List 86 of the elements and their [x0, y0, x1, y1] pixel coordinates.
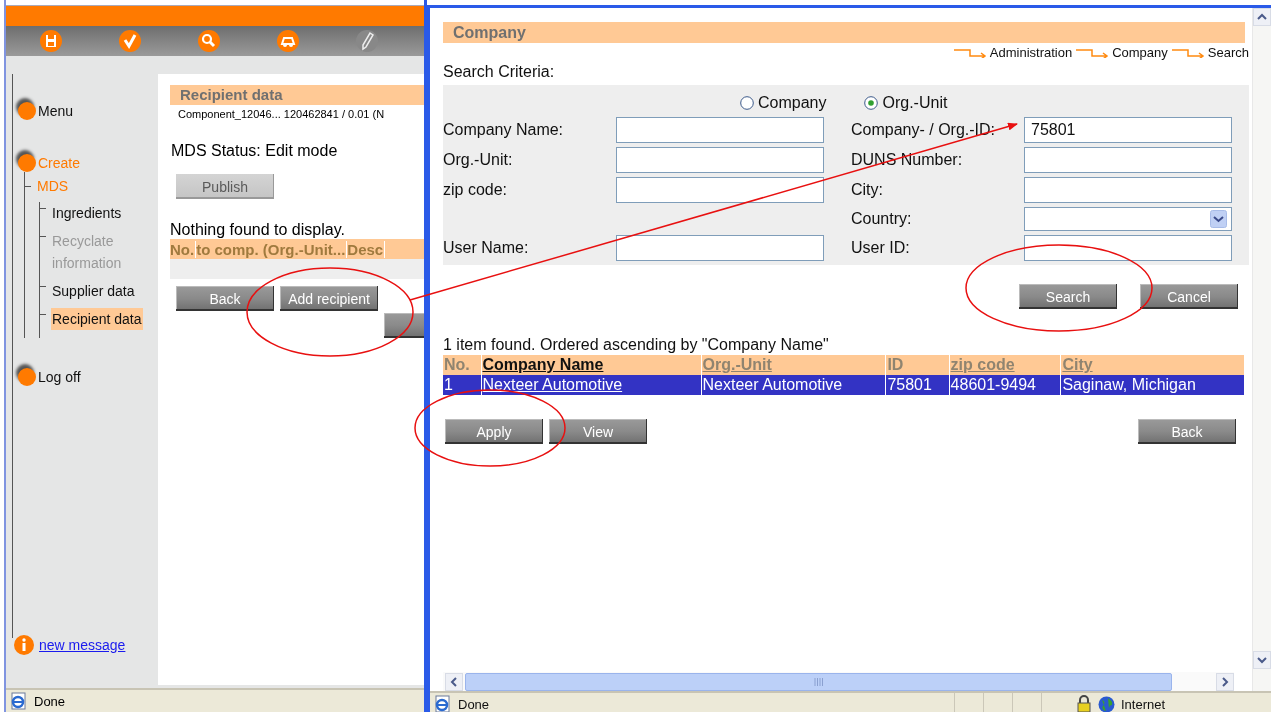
action-button[interactable]: Back [176, 286, 274, 311]
action-button[interactable]: Apply [445, 419, 543, 444]
action-button[interactable]: View [549, 419, 647, 444]
node-dot [18, 368, 36, 386]
message-link[interactable]: new message [39, 637, 126, 653]
nav-item[interactable]: Recipient data [51, 308, 143, 330]
column-header: to comp. (Org.-Unit... [196, 240, 348, 258]
column-header: No. [443, 355, 481, 375]
radio-button[interactable] [864, 96, 879, 110]
node-dot [18, 154, 36, 172]
input-field[interactable] [616, 117, 824, 143]
empty-message: Nothing found to display. [170, 221, 346, 239]
check-icon[interactable] [118, 29, 142, 53]
scroll-up-icon[interactable] [1257, 12, 1267, 22]
field-label: Company- / Org.-ID: [851, 121, 997, 139]
scroll-down-icon[interactable] [1257, 655, 1267, 665]
node-dot [18, 102, 36, 120]
status-text: Done [458, 696, 490, 712]
action-button[interactable]: Add recipient [280, 286, 378, 311]
field-label: City: [851, 181, 884, 199]
table-cell: Nexteer Automotive [701, 375, 886, 395]
input-field[interactable] [616, 235, 824, 261]
result-summary: 1 item found. Ordered ascending by "Company Name" [443, 336, 830, 354]
column-header[interactable]: zip code [949, 355, 1061, 375]
status-text: MDS Status: Edit mode [171, 142, 339, 160]
scrollbar-thumb[interactable] [465, 672, 1172, 691]
radio-label: Company [758, 94, 827, 112]
nav-item[interactable]: Supplier data [51, 280, 136, 302]
panel-title: Recipient data [170, 85, 424, 105]
input-field[interactable]: 75801 [1024, 117, 1232, 143]
field-label: DUNS Number: [851, 151, 964, 169]
search-icon[interactable] [197, 29, 221, 53]
field-label: User Name: [443, 239, 530, 257]
field-label: zip code: [443, 181, 509, 199]
scroll-right-icon[interactable] [1220, 676, 1230, 687]
field-label: Company Name: [443, 121, 565, 139]
globe-icon [1098, 695, 1115, 712]
breadcrumb-arrow-icon [953, 47, 988, 58]
breadcrumb-link[interactable]: Company [1112, 45, 1168, 60]
info-icon [14, 635, 34, 655]
input-field[interactable] [616, 177, 824, 203]
security-zone-text: Internet [1121, 696, 1167, 712]
column-header[interactable]: City [1060, 355, 1245, 375]
table-cell: 48601-9494 [949, 375, 1061, 395]
radio-button[interactable] [740, 96, 754, 110]
column-header[interactable]: Company Name [481, 355, 702, 375]
table-cell: 1 [443, 375, 481, 395]
country-dropdown[interactable] [1024, 207, 1232, 231]
nav-item[interactable]: Log off [38, 369, 81, 385]
breadcrumb-arrow-icon [1171, 47, 1206, 58]
back-button[interactable]: Back [1138, 419, 1236, 444]
input-field[interactable] [1024, 177, 1232, 203]
component-name: Component_12046... 120462841 / 0.01 (N [178, 108, 386, 120]
breadcrumb-arrow-icon [1076, 47, 1111, 58]
action-button[interactable]: Cancel [1140, 284, 1238, 309]
field-label: Org.-Unit: [443, 151, 514, 169]
input-field[interactable] [616, 147, 824, 173]
grip-icon [813, 677, 824, 686]
page-icon [10, 692, 28, 710]
table-row[interactable]: 1 Nexteer Automotive Nexteer Automotive 75801 48601-9494 Saginaw, Michigan [443, 375, 1245, 395]
company-name-link[interactable]: Nexteer Automotive [481, 375, 702, 395]
action-button[interactable]: Search [1019, 284, 1117, 309]
column-header[interactable]: Org.-Unit [701, 355, 886, 375]
table-cell: Saginaw, Michigan [1060, 375, 1245, 395]
input-field[interactable] [1024, 235, 1232, 261]
radio-label: Org.-Unit [882, 94, 948, 112]
pencil-icon[interactable] [355, 29, 379, 53]
nav-item[interactable]: Ingredients [51, 202, 123, 224]
field-label: Country: [851, 210, 913, 228]
breadcrumb-link[interactable]: Administration [989, 45, 1073, 60]
nav-item[interactable]: Menu [38, 103, 74, 119]
section-title: Company [443, 22, 1245, 43]
save-icon[interactable] [39, 29, 63, 53]
breadcrumb-link[interactable]: Search [1207, 45, 1249, 60]
column-header: Desc [347, 240, 386, 258]
input-field[interactable] [1024, 147, 1232, 173]
column-header: ID [885, 355, 950, 375]
criteria-label: Search Criteria: [443, 63, 556, 81]
column-header: No. [170, 240, 197, 258]
car-icon[interactable] [276, 29, 300, 53]
scroll-left-icon[interactable] [449, 676, 459, 687]
status-text: Done [34, 693, 66, 709]
lock-icon [1076, 695, 1092, 712]
table-cell: 75801 [885, 375, 950, 395]
page-icon [434, 695, 452, 712]
field-label: User ID: [851, 239, 911, 257]
